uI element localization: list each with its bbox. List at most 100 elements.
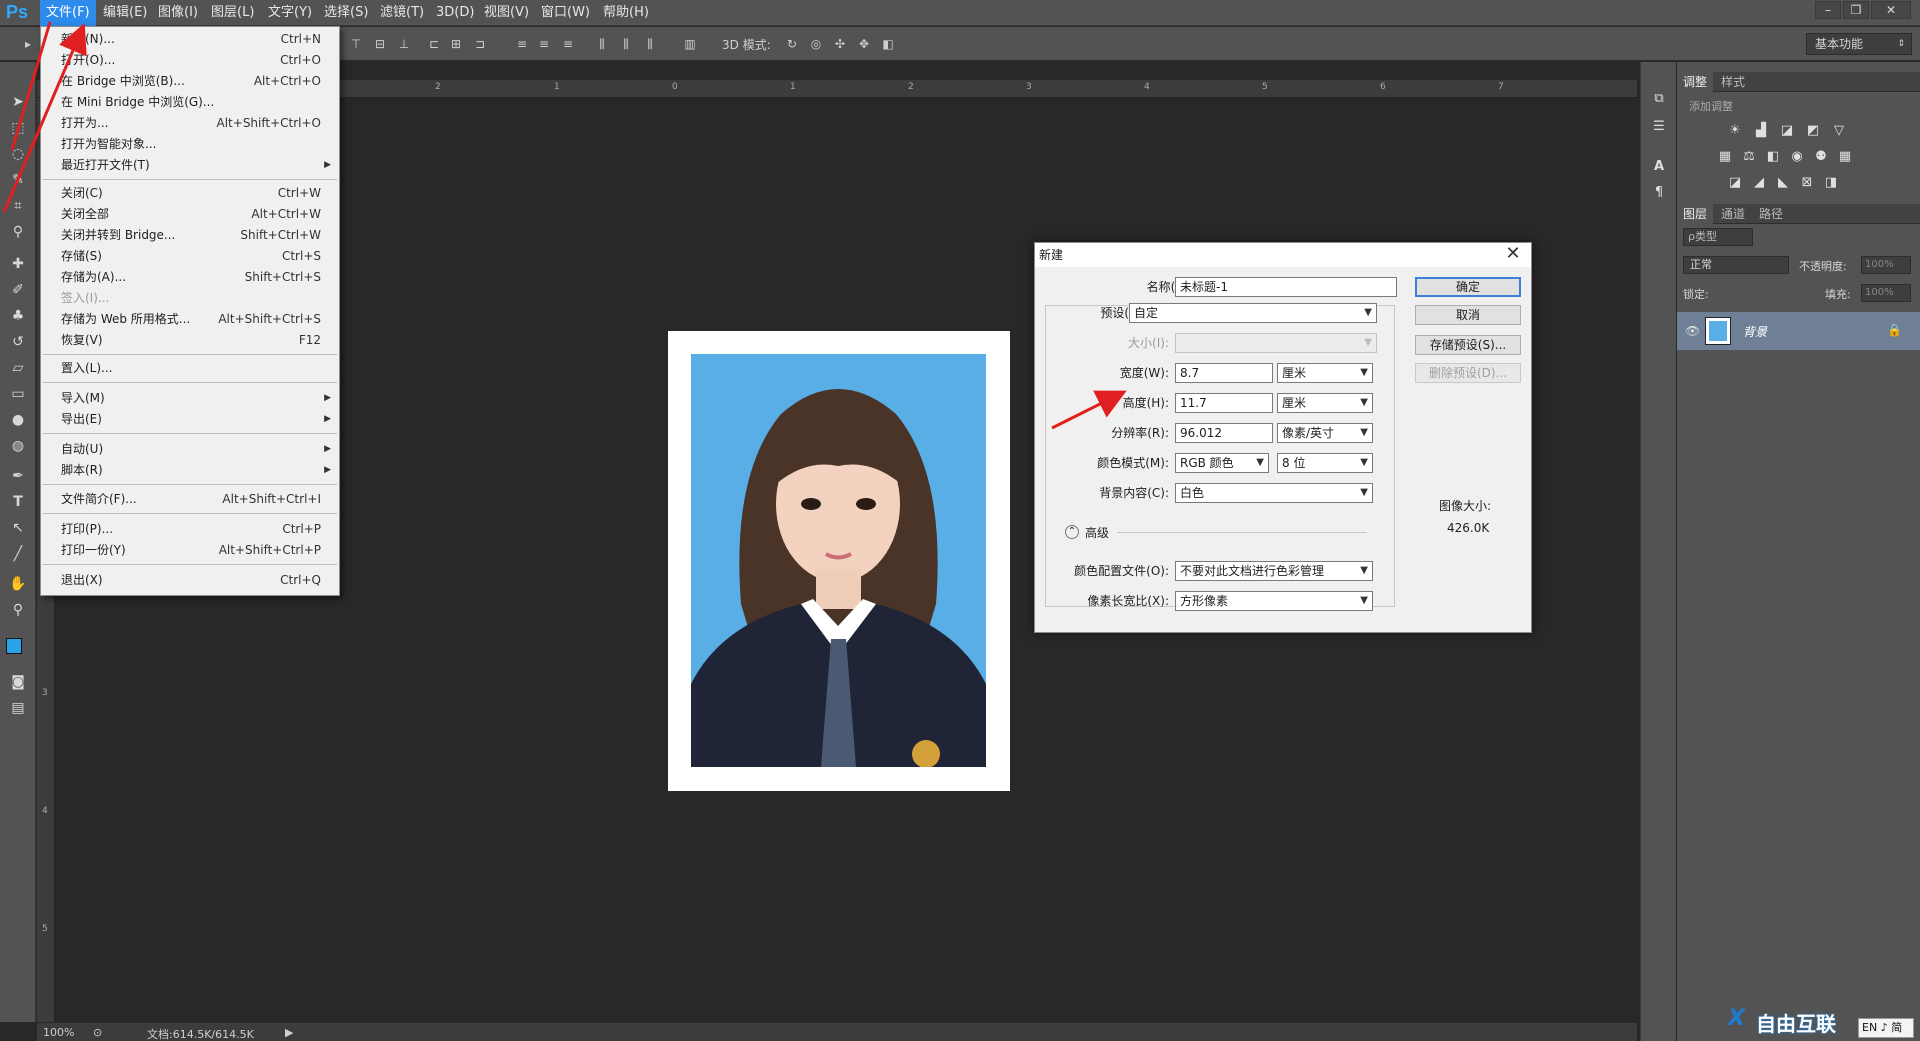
height-unit-select[interactable]: 厘米 ▼ (1277, 393, 1373, 413)
tab-adjustments[interactable]: 调整 (1677, 72, 1714, 92)
menu-view[interactable]: 视图(V) (484, 0, 529, 26)
background-content-select[interactable]: 白色 ▼ (1175, 483, 1373, 503)
black-white-icon[interactable]: ◧ (1765, 150, 1781, 164)
marquee-tool-icon[interactable]: ⬚ (8, 118, 28, 138)
minimize-icon[interactable]: – (1815, 1, 1841, 19)
align-hcenter-icon[interactable]: ⊞ (448, 36, 464, 52)
align-top-icon[interactable]: ⊤ (348, 36, 364, 52)
distribute-vcenter-icon[interactable]: ≡ (536, 36, 552, 52)
hue-saturation-icon[interactable]: ▦ (1717, 150, 1733, 164)
distribute-top-icon[interactable]: ≡ (514, 36, 530, 52)
align-right-icon[interactable]: ⊐ (472, 36, 488, 52)
close-icon[interactable]: ✕ (1871, 1, 1911, 19)
threshold-icon[interactable]: ◣ (1775, 176, 1791, 190)
gradient-tool-icon[interactable]: ▭ (8, 384, 28, 404)
blur-tool-icon[interactable]: ● (8, 410, 28, 430)
color-mode-select[interactable]: RGB 颜色 ▼ (1175, 453, 1269, 473)
menu-item-open[interactable]: 打开(O)... Ctrl+O (41, 50, 339, 71)
3d-pan-icon[interactable]: ✣ (832, 36, 848, 52)
opacity-input[interactable]: 100% (1861, 256, 1911, 274)
menu-item-file-info[interactable]: 文件简介(F)... Alt+Shift+Ctrl+I (41, 489, 339, 510)
menu-image[interactable]: 图像(I) (158, 0, 198, 26)
tab-styles[interactable]: 样式 (1715, 72, 1751, 92)
gradient-map-icon[interactable]: ⊠ (1799, 176, 1815, 190)
menu-item-save-for-web[interactable]: 存储为 Web 所用格式... Alt+Shift+Ctrl+S (41, 309, 339, 330)
status-menu-arrow-icon[interactable]: ▶ (285, 1026, 293, 1039)
restore-icon[interactable]: ❐ (1843, 1, 1869, 19)
3d-roll-icon[interactable]: ◎ (808, 36, 824, 52)
delete-preset-button[interactable]: 删除预设(D)... (1415, 363, 1521, 383)
menu-item-place[interactable]: 置入(L)... (41, 358, 339, 379)
save-preset-button[interactable]: 存储预设(S)... (1415, 335, 1521, 355)
ok-button[interactable]: 确定 (1415, 277, 1521, 297)
line-tool-icon[interactable]: ╱ (8, 544, 28, 564)
menu-layer[interactable]: 图层(L) (211, 0, 254, 26)
photo-filter-icon[interactable]: ◉ (1789, 150, 1805, 164)
menu-item-new[interactable]: 新建(N)... Ctrl+N (41, 29, 339, 50)
ime-indicator[interactable]: EN ♪ 简 (1858, 1018, 1914, 1038)
color-lookup-icon[interactable]: ▦ (1837, 150, 1853, 164)
distribute-right-icon[interactable]: ⫼ (642, 36, 658, 52)
distribute-left-icon[interactable]: ⫼ (594, 36, 610, 52)
menu-item-open-smart-object[interactable]: 打开为智能对象... (41, 134, 339, 155)
lasso-tool-icon[interactable]: ◌ (8, 144, 28, 164)
menu-type[interactable]: 文字(Y) (268, 0, 312, 26)
menu-item-save[interactable]: 存储(S) Ctrl+S (41, 246, 339, 267)
hand-tool-icon[interactable]: ✋ (8, 574, 28, 594)
stamp-tool-icon[interactable]: ♣ (8, 306, 28, 326)
path-select-tool-icon[interactable]: ↖ (8, 518, 28, 538)
pen-tool-icon[interactable]: ✒ (8, 466, 28, 486)
color-balance-icon[interactable]: ⚖ (1741, 150, 1757, 164)
align-left-icon[interactable]: ⊏ (426, 36, 442, 52)
close-icon[interactable]: ✕ (1503, 244, 1523, 264)
menu-item-check-in[interactable]: 签入(I)... (41, 288, 339, 309)
status-info-icon[interactable]: ⊙ (93, 1026, 102, 1039)
auto-align-icon[interactable]: ▥ (682, 36, 698, 52)
menu-item-print-one[interactable]: 打印一份(Y) Alt+Shift+Ctrl+P (41, 540, 339, 561)
align-bottom-icon[interactable]: ⊥ (396, 36, 412, 52)
name-input[interactable]: 未标题-1 (1175, 277, 1397, 297)
layer-row-background[interactable]: 👁 背景 🔒 (1677, 312, 1920, 350)
dodge-tool-icon[interactable]: ◍ (8, 436, 28, 456)
cancel-button[interactable]: 取消 (1415, 305, 1521, 325)
zoom-level[interactable]: 100% (43, 1026, 74, 1039)
menu-item-scripts[interactable]: 脚本(R) ▶ (41, 460, 339, 481)
menu-item-close[interactable]: 关闭(C) Ctrl+W (41, 183, 339, 204)
channel-mixer-icon[interactable]: ⚉ (1813, 150, 1829, 164)
menu-help[interactable]: 帮助(H) (603, 0, 649, 26)
properties-panel-icon[interactable]: ☰ (1651, 120, 1667, 134)
chevron-up-icon[interactable]: ⌃ (1065, 525, 1079, 539)
advanced-label[interactable]: 高级 (1085, 524, 1109, 541)
layer-kind-filter[interactable]: ρ类型 (1683, 228, 1753, 246)
crop-tool-icon[interactable]: ⌗ (8, 196, 28, 216)
menu-item-export[interactable]: 导出(E) ▶ (41, 409, 339, 430)
preset-select[interactable]: 自定 ▼ (1129, 303, 1377, 323)
quick-select-tool-icon[interactable]: ✎ (8, 170, 28, 190)
menu-item-bridge[interactable]: 在 Bridge 中浏览(B)... Alt+Ctrl+O (41, 71, 339, 92)
move-tool-icon[interactable]: ➤ (8, 92, 28, 112)
eyedropper-tool-icon[interactable]: ⚲ (8, 222, 28, 242)
history-panel-icon[interactable]: ⧉ (1651, 92, 1667, 106)
align-vcenter-icon[interactable]: ⊟ (372, 36, 388, 52)
menu-3d[interactable]: 3D(D) (436, 0, 474, 26)
bit-depth-select[interactable]: 8 位 ▼ (1277, 453, 1373, 473)
invert-icon[interactable]: ◪ (1727, 176, 1743, 190)
levels-icon[interactable]: ▟ (1753, 124, 1769, 138)
eraser-tool-icon[interactable]: ▱ (8, 358, 28, 378)
menu-file[interactable]: 文件(F) (40, 0, 96, 26)
history-brush-tool-icon[interactable]: ↺ (8, 332, 28, 352)
eye-visibility-icon[interactable]: 👁 (1685, 324, 1700, 338)
menu-item-exit[interactable]: 退出(X) Ctrl+Q (41, 570, 339, 591)
healing-brush-tool-icon[interactable]: ✚ (8, 254, 28, 274)
workspace-select[interactable]: 基本功能 ⇕ (1806, 33, 1912, 55)
move-tool-icon[interactable]: ▸ (20, 36, 36, 52)
width-input[interactable]: 8.7 (1175, 363, 1273, 383)
menu-item-mini-bridge[interactable]: 在 Mini Bridge 中浏览(G)... (41, 92, 339, 113)
3d-scale-icon[interactable]: ◧ (880, 36, 896, 52)
quick-mask-icon[interactable]: ◙ (8, 672, 28, 692)
menu-filter[interactable]: 滤镜(T) (380, 0, 424, 26)
brush-tool-icon[interactable]: ✐ (8, 280, 28, 300)
posterize-icon[interactable]: ◢ (1751, 176, 1767, 190)
screen-mode-icon[interactable]: ▤ (8, 698, 28, 718)
curves-icon[interactable]: ◪ (1779, 124, 1795, 138)
